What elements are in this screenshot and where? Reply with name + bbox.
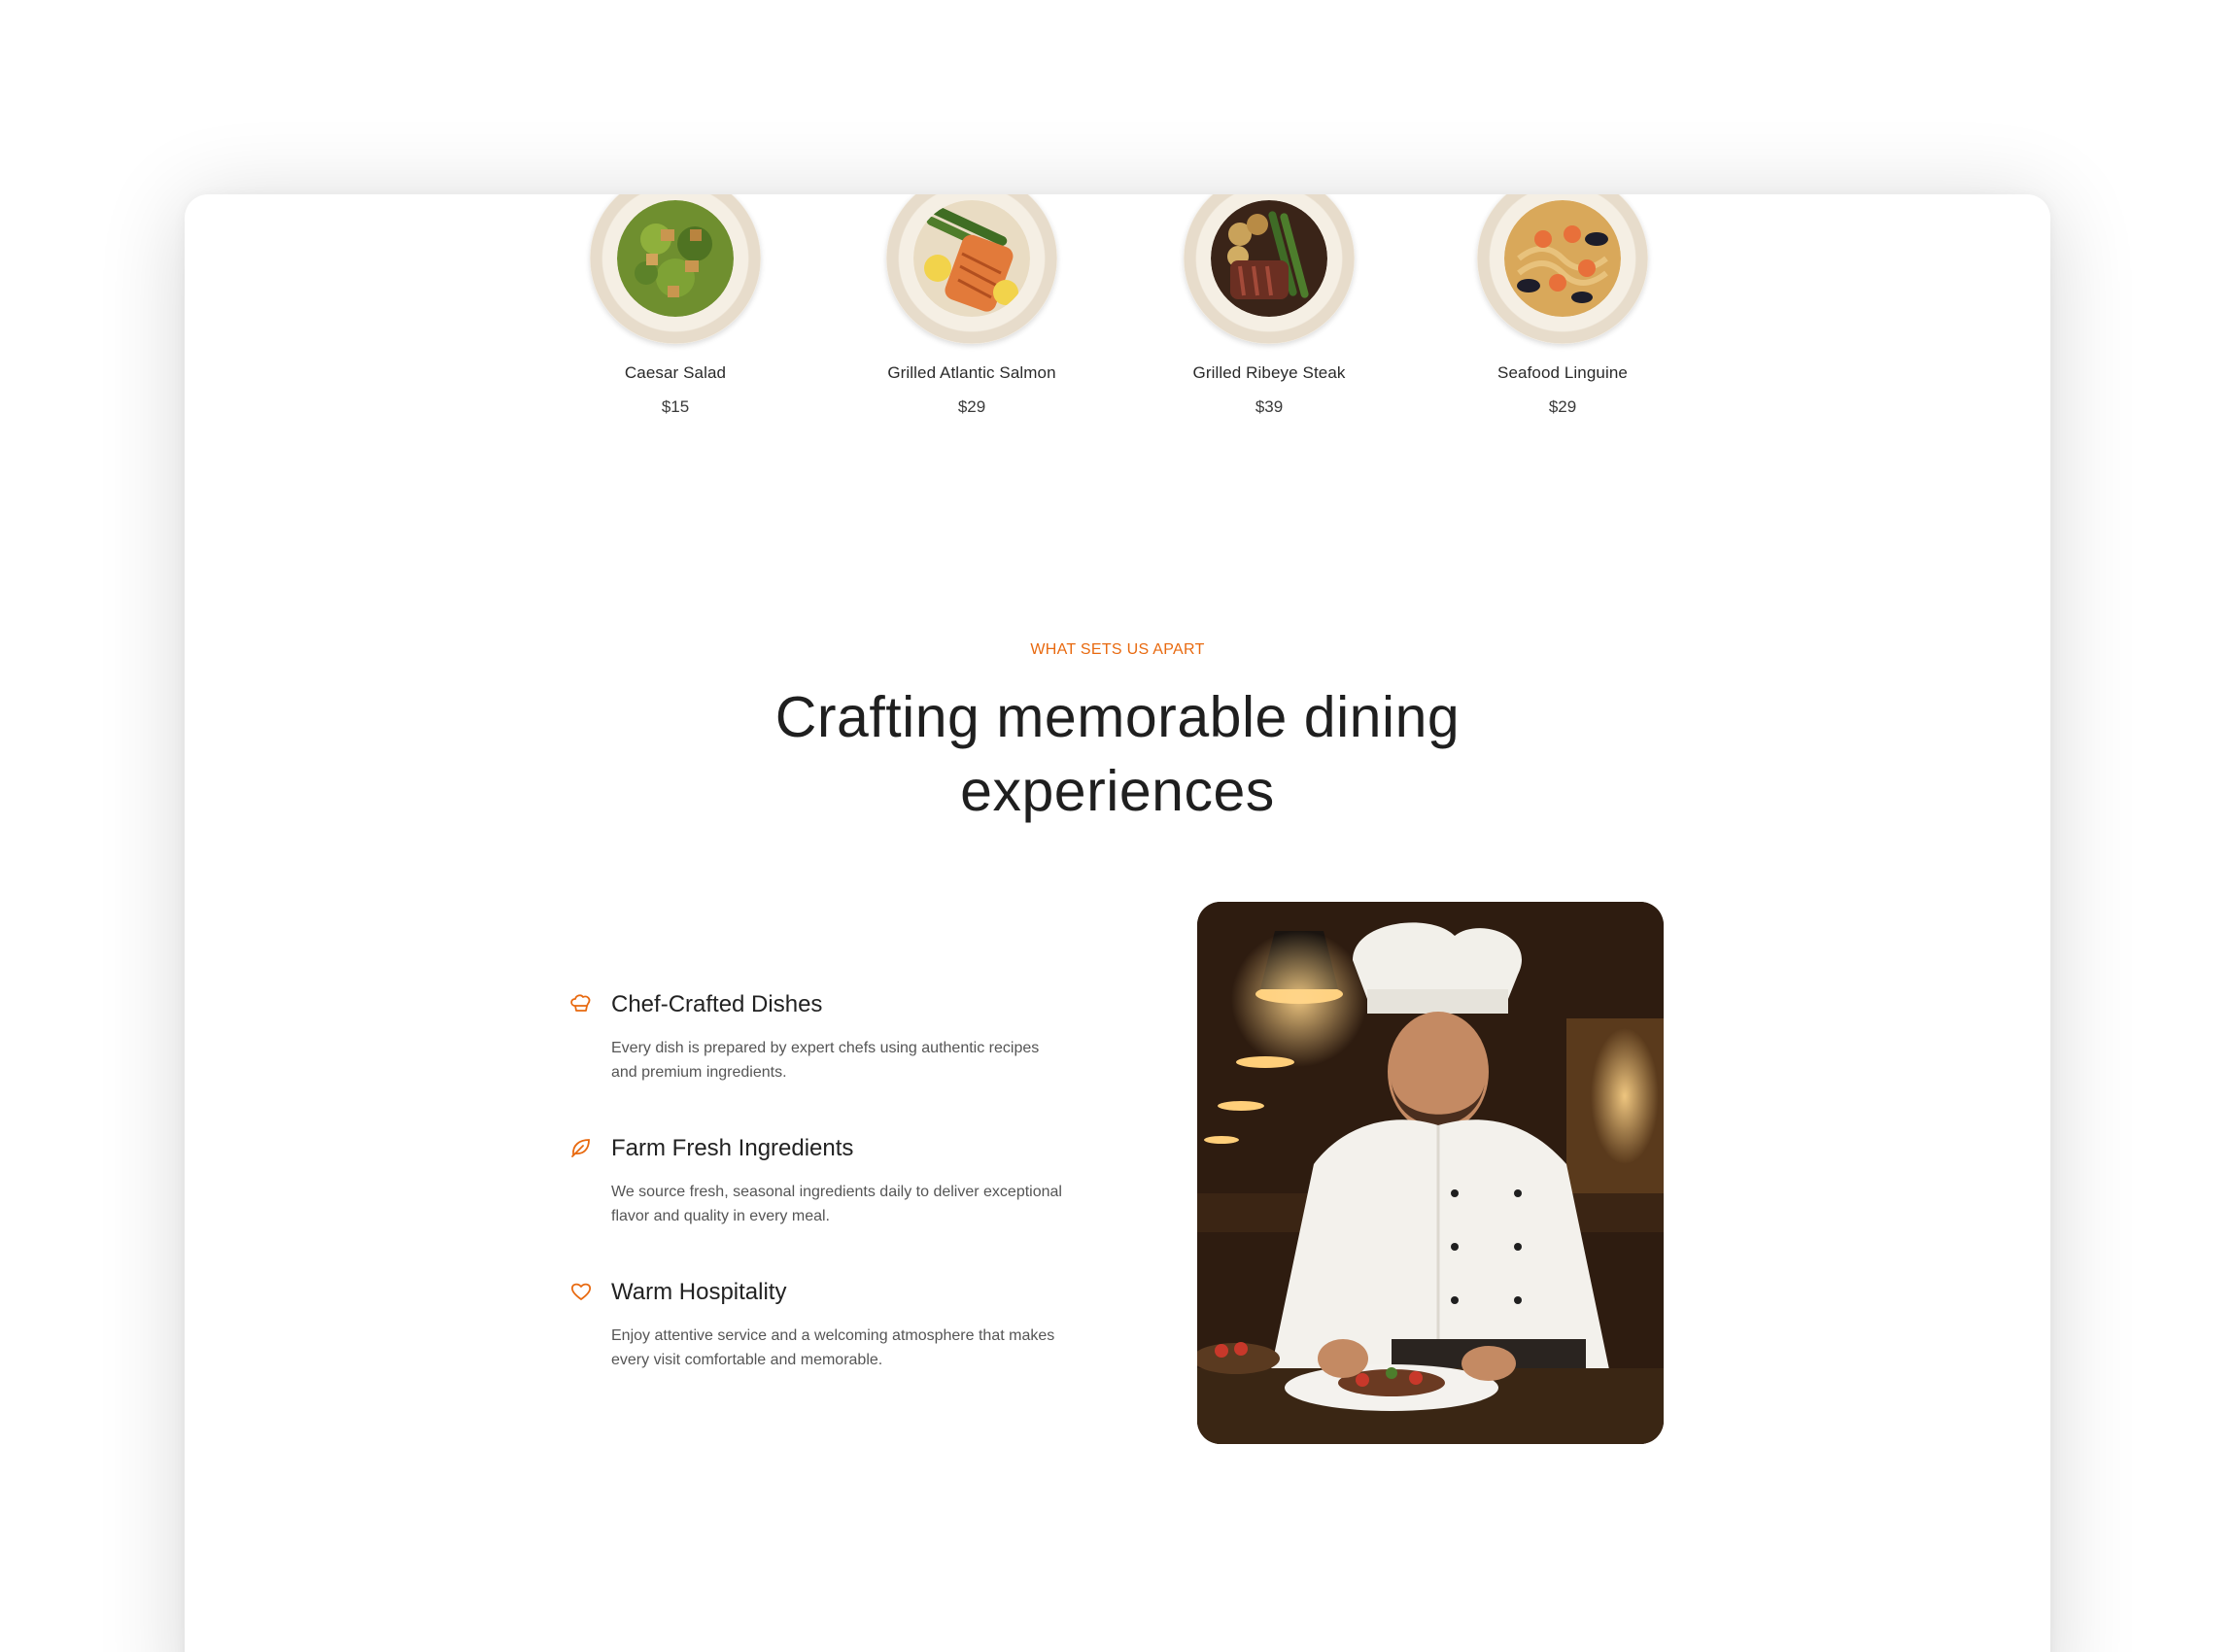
dish-price: $29 <box>1548 397 1577 416</box>
feature-title: Farm Fresh Ingredients <box>611 1135 854 1161</box>
feature-description: Enjoy attentive service and a welcoming … <box>611 1327 1055 1368</box>
feature-description: We source fresh, seasonal ingredients da… <box>611 1184 1062 1224</box>
dish-name: Grilled Ribeye Steak <box>1192 363 1346 382</box>
chef-hat-icon <box>568 991 594 1016</box>
dish-name: Caesar Salad <box>624 363 727 382</box>
leaf-icon <box>568 1135 594 1160</box>
page-window: Caesar Salad $15 Grilled Atlantic Salmon… <box>185 194 2050 1652</box>
feature-title: Chef-Crafted Dishes <box>611 991 823 1017</box>
dish-image <box>1477 194 1648 344</box>
dish-price: $29 <box>957 397 986 416</box>
chef-photo <box>1197 902 1664 1444</box>
dish-name: Seafood Linguine <box>1497 363 1628 382</box>
section-eyebrow: WHAT SETS US APART <box>1030 641 1205 658</box>
dish-image <box>886 194 1057 344</box>
dish-price: $15 <box>661 397 690 416</box>
feature-title: Warm Hospitality <box>611 1279 787 1305</box>
menu-dishes-row: Caesar Salad $15 Grilled Atlantic Salmon… <box>185 194 2050 447</box>
heart-icon <box>568 1279 594 1304</box>
dish-image <box>1184 194 1355 344</box>
dish-image <box>590 194 761 344</box>
section-headline: Crafting memorable dining experiences <box>774 685 1461 823</box>
dish-price: $39 <box>1255 397 1284 416</box>
feature-description: Every dish is prepared by expert chefs u… <box>611 1040 1040 1081</box>
dish-name: Grilled Atlantic Salmon <box>887 363 1056 382</box>
